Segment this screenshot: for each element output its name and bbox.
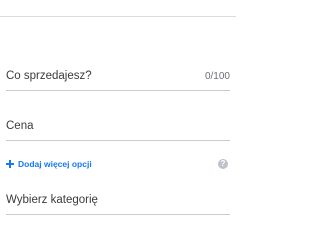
category-select[interactable]: Wybierz kategorię [6, 192, 230, 215]
price-input[interactable]: Cena [6, 118, 230, 141]
title-field[interactable]: Co sprzedajesz? 0/100 [6, 68, 230, 91]
add-more-options-label: Dodaj więcej opcji [18, 159, 92, 169]
plus-icon [6, 160, 14, 168]
price-placeholder: Cena [6, 120, 34, 132]
top-card-edge [0, 0, 236, 17]
add-more-options-button[interactable]: Dodaj więcej opcji [6, 157, 92, 171]
title-input[interactable]: Co sprzedajesz? 0/100 [6, 68, 230, 91]
title-char-counter: 0/100 [204, 71, 230, 82]
category-placeholder: Wybierz kategorię [6, 194, 98, 206]
category-field[interactable]: Wybierz kategorię [6, 192, 230, 215]
price-field[interactable]: Cena [6, 118, 230, 141]
title-placeholder: Co sprzedajesz? [6, 70, 92, 82]
help-icon[interactable]: ? [218, 159, 228, 169]
